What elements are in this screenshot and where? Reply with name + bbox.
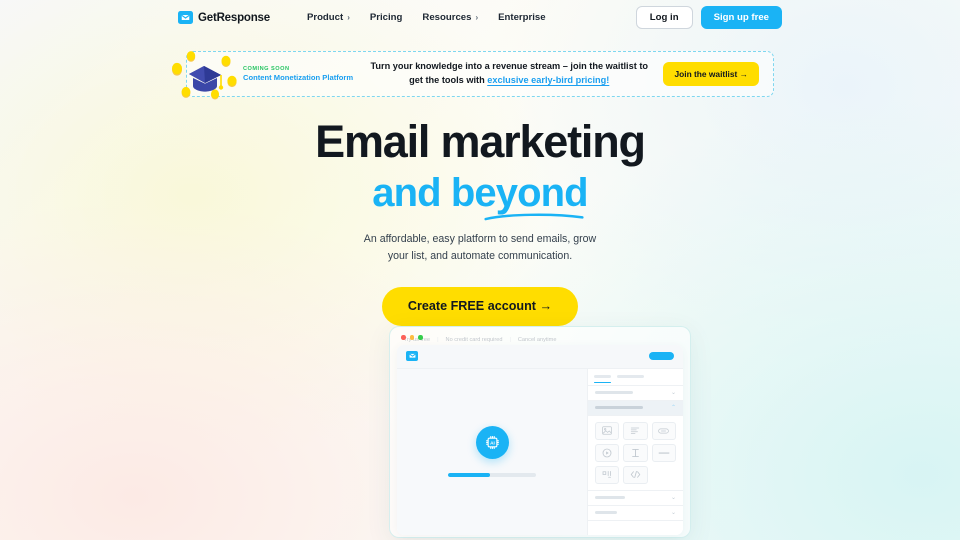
signup-free-button[interactable]: Sign up free <box>700 5 782 30</box>
nav-item-pricing-label: Pricing <box>369 12 403 23</box>
brand-logo[interactable]: GetResponse <box>178 11 270 24</box>
banner-eyebrow: COMING SOON <box>243 65 290 72</box>
panel-row-label <box>595 511 617 514</box>
nav-item-enterprise-label: Enterprise <box>498 12 546 23</box>
nav-item-resources[interactable]: Resources › <box>412 6 488 29</box>
headline-primary: Email marketing <box>315 116 646 167</box>
video-block-tool[interactable] <box>595 443 620 462</box>
chevron-down-icon: ⌄ <box>670 509 676 516</box>
mockup-canvas: AI <box>397 368 587 535</box>
nav-links: Product › Pricing Resources › Enterprise <box>297 6 556 29</box>
window-traffic-lights <box>397 334 683 345</box>
chevron-down-icon: ⌄ <box>670 389 676 396</box>
chevron-right-icon: › <box>475 12 479 22</box>
nav-item-product[interactable]: Product › <box>297 6 360 29</box>
login-button[interactable]: Log in <box>635 5 693 30</box>
create-free-account-button[interactable]: Create FREE account → <box>381 287 579 326</box>
code-block-tool[interactable] <box>623 465 648 484</box>
headline-accent: and beyond <box>372 170 589 221</box>
chevron-down-icon: ⌄ <box>670 494 676 501</box>
minimize-dot <box>409 335 414 340</box>
heading-block-tool[interactable] <box>623 443 648 462</box>
main-navigation: GetResponse Product › Pricing Resources … <box>0 0 960 35</box>
hero-subheadline: An affordable, easy platform to send ema… <box>363 233 597 263</box>
panel-tabs <box>588 369 683 386</box>
mockup-main-area: AI ⌄ ⌃ ⌄ ⌄ <box>397 368 683 535</box>
graduation-cap-with-coins-icon <box>172 51 237 100</box>
envelope-icon <box>178 11 193 24</box>
ai-chip-icon: AI <box>475 426 509 459</box>
banner-left-text: COMING SOON Content Monetization Platfor… <box>243 65 355 84</box>
panel-row-settings[interactable]: ⌄ <box>588 491 683 506</box>
tool-grid-spacer <box>652 466 676 484</box>
chevron-right-icon: › <box>347 12 350 22</box>
mockup-toolbar <box>397 344 683 369</box>
social-block-tool[interactable] <box>595 465 620 484</box>
app-preview-mockup: AI ⌄ ⌃ ⌄ ⌄ <box>389 326 691 538</box>
nav-item-enterprise[interactable]: Enterprise <box>488 6 555 29</box>
tab-design[interactable] <box>617 374 644 378</box>
panel-row-blocks[interactable]: ⌃ <box>588 400 683 416</box>
button-block-tool[interactable] <box>651 421 676 440</box>
tab-content[interactable] <box>594 374 611 383</box>
generation-progress-bar <box>448 473 536 477</box>
page-title: Email marketing and beyond <box>0 116 960 221</box>
progress-fill <box>448 473 491 477</box>
panel-row-label <box>595 496 625 499</box>
envelope-icon <box>406 351 418 361</box>
banner-title: Content Monetization Platform <box>243 73 354 83</box>
svg-text:AI: AI <box>490 440 495 446</box>
nav-item-product-label: Product <box>306 12 344 23</box>
join-waitlist-button[interactable]: Join the waitlist → <box>663 61 759 87</box>
maximize-dot <box>418 335 423 340</box>
underline-stroke-icon <box>484 213 584 221</box>
nav-actions: Log in Sign up free <box>635 5 782 30</box>
panel-row-styles[interactable]: ⌄ <box>588 506 683 521</box>
nav-item-pricing[interactable]: Pricing <box>360 6 413 29</box>
chevron-up-icon: ⌃ <box>670 404 676 411</box>
divider-block-tool[interactable] <box>651 443 676 462</box>
early-bird-pricing-link[interactable]: exclusive early-bird pricing! <box>487 75 609 85</box>
mockup-publish-button[interactable] <box>649 352 674 360</box>
panel-row-label <box>595 391 633 394</box>
panel-row-label <box>595 406 643 409</box>
promo-banner: COMING SOON Content Monetization Platfor… <box>172 51 774 100</box>
close-dot <box>401 335 406 340</box>
nav-item-resources-label: Resources <box>422 12 472 23</box>
mockup-side-panel: ⌄ ⌃ ⌄ ⌄ <box>587 368 683 535</box>
hero-section: Email marketing and beyond An affordable… <box>0 116 960 342</box>
text-block-tool[interactable] <box>623 421 648 440</box>
block-tool-grid <box>588 416 683 491</box>
banner-copy: Turn your knowledge into a revenue strea… <box>355 60 663 88</box>
image-block-tool[interactable] <box>595 421 620 440</box>
panel-row-section[interactable]: ⌄ <box>588 386 683 401</box>
headline-accent-label: and beyond <box>372 170 588 215</box>
brand-name: GetResponse <box>198 11 270 24</box>
mockup-window-body: AI ⌄ ⌃ ⌄ ⌄ <box>397 344 683 535</box>
